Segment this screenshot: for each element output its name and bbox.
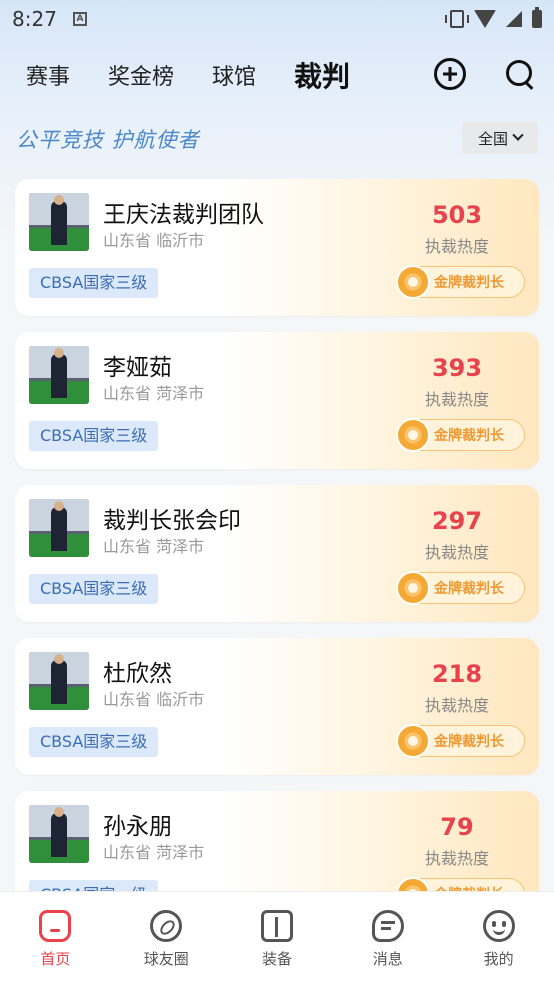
- heat-label: 执裁热度: [424, 237, 489, 256]
- title-badge-label: 金牌裁判长: [434, 581, 504, 597]
- nav-equipment[interactable]: 装备: [222, 892, 333, 984]
- smile-icon: [482, 910, 515, 942]
- referee-location: 山东省 菏泽市: [103, 384, 205, 403]
- title-badge: 金牌裁判长: [396, 418, 525, 452]
- heat-label: 执裁热度: [424, 849, 489, 868]
- referee-location: 山东省 菏泽市: [103, 843, 205, 862]
- medal-icon: [396, 418, 430, 452]
- box-icon: [260, 910, 293, 942]
- add-icon[interactable]: [434, 58, 466, 90]
- chevron-down-icon: [512, 129, 524, 141]
- header-actions: [434, 58, 536, 90]
- referee-name: 王庆法裁判团队: [103, 202, 264, 228]
- medal-icon: [396, 265, 430, 299]
- level-badge: CBSA国家三级: [29, 574, 159, 604]
- region-select[interactable]: 全国: [462, 122, 538, 154]
- avatar: [29, 346, 89, 404]
- tab-events[interactable]: 赛事: [26, 59, 70, 91]
- title-badge: 金牌裁判长: [396, 265, 525, 299]
- top-tabs: 赛事 奖金榜 球馆 裁判: [0, 50, 554, 101]
- nav-messages[interactable]: 消息: [332, 892, 443, 984]
- nav-friends-circle[interactable]: 球友圈: [111, 892, 222, 984]
- status-bar: 8:27 A: [0, 0, 554, 38]
- nav-label: 球友圈: [143, 950, 189, 968]
- nav-label: 我的: [483, 950, 514, 968]
- referee-location: 山东省 临沂市: [103, 231, 205, 250]
- referee-card[interactable]: 王庆法裁判团队 山东省 临沂市 503 执裁热度 CBSA国家三级 金牌裁判长: [15, 179, 539, 316]
- referee-location: 山东省 菏泽市: [103, 537, 205, 556]
- avatar: [29, 193, 89, 251]
- title-badge-label: 金牌裁判长: [434, 428, 504, 444]
- level-badge: CBSA国家三级: [29, 727, 159, 757]
- level-badge: CBSA国家三级: [29, 421, 159, 451]
- referee-card[interactable]: 杜欣然 山东省 临沂市 218 执裁热度 CBSA国家三级 金牌裁判长: [15, 638, 539, 775]
- referee-name: 杜欣然: [103, 661, 172, 687]
- battery-icon: [532, 7, 542, 28]
- compass-icon: [150, 910, 183, 942]
- heat-label: 执裁热度: [424, 390, 489, 409]
- heat-value: 297: [431, 507, 483, 535]
- notification-a-icon: A: [72, 12, 87, 26]
- tab-prize-ranking[interactable]: 奖金榜: [108, 59, 174, 91]
- heat-label: 执裁热度: [424, 543, 489, 562]
- nav-home[interactable]: 首页: [0, 892, 111, 984]
- wifi-icon: [474, 10, 496, 28]
- slogan: 公平竞技 护航使者: [16, 128, 200, 152]
- heat-value: 393: [431, 354, 483, 382]
- medal-icon: [396, 571, 430, 605]
- medal-icon: [396, 724, 430, 758]
- avatar: [29, 652, 89, 710]
- tab-referees[interactable]: 裁判: [288, 55, 350, 101]
- status-icons: [445, 7, 542, 28]
- bottom-navigation: 首页 球友圈 装备 消息 我的: [0, 891, 554, 984]
- tab-venues[interactable]: 球馆: [212, 59, 256, 91]
- heat-value: 503: [431, 201, 483, 229]
- signal-icon: [506, 11, 522, 27]
- heat-value: 218: [431, 660, 483, 688]
- heat-value: 79: [440, 813, 474, 841]
- title-badge-label: 金牌裁判长: [434, 275, 504, 291]
- status-time: 8:27: [12, 7, 57, 31]
- nav-profile[interactable]: 我的: [443, 892, 554, 984]
- referee-name: 裁判长张会印: [103, 508, 241, 534]
- nav-label: 首页: [40, 950, 71, 968]
- vibrate-icon: [445, 10, 469, 28]
- home-icon: [39, 910, 72, 942]
- referee-list: 王庆法裁判团队 山东省 临沂市 503 执裁热度 CBSA国家三级 金牌裁判长 …: [15, 179, 539, 944]
- referee-card[interactable]: 裁判长张会印 山东省 菏泽市 297 执裁热度 CBSA国家三级 金牌裁判长: [15, 485, 539, 622]
- title-badge: 金牌裁判长: [396, 724, 525, 758]
- nav-label: 消息: [372, 950, 403, 968]
- heat-label: 执裁热度: [424, 696, 489, 715]
- referee-location: 山东省 临沂市: [103, 690, 205, 709]
- title-badge: 金牌裁判长: [396, 571, 525, 605]
- region-select-value: 全国: [477, 129, 508, 148]
- chat-icon: [371, 910, 404, 942]
- referee-name: 孙永朋: [103, 814, 172, 840]
- nav-label: 装备: [261, 950, 292, 968]
- avatar: [29, 499, 89, 557]
- referee-name: 李娅茹: [103, 355, 172, 381]
- level-badge: CBSA国家三级: [29, 268, 159, 298]
- search-icon[interactable]: [504, 58, 536, 90]
- referee-card[interactable]: 李娅茹 山东省 菏泽市 393 执裁热度 CBSA国家三级 金牌裁判长: [15, 332, 539, 469]
- avatar: [29, 805, 89, 863]
- title-badge-label: 金牌裁判长: [434, 734, 504, 750]
